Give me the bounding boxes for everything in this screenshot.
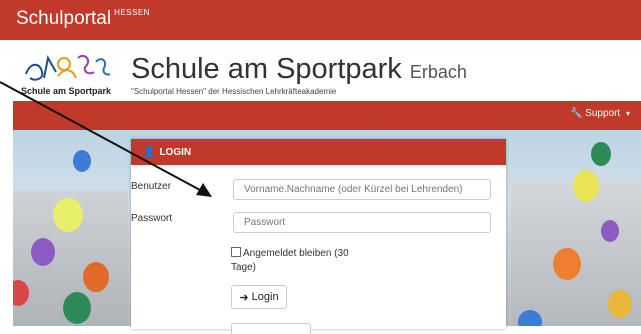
balloon xyxy=(601,220,619,242)
balloon xyxy=(31,238,55,266)
secondary-button[interactable] xyxy=(231,323,311,334)
brand-name: Schulportal xyxy=(16,8,112,29)
school-header: Schule am Sportpark Schule am Sportpark … xyxy=(0,40,641,101)
caret-down-icon: ▾ xyxy=(625,109,630,118)
sign-in-icon: ➜ xyxy=(239,291,249,304)
support-menu[interactable]: 🔧 Support ▾ xyxy=(570,108,630,119)
logo-caption: Schule am Sportpark xyxy=(21,86,112,96)
balloon xyxy=(63,292,91,324)
school-name: Schule am Sportpark Erbach xyxy=(131,53,467,86)
balloon xyxy=(608,290,632,318)
remember-checkbox[interactable] xyxy=(231,247,241,257)
top-bar: Schulportal HESSEN xyxy=(0,0,641,40)
balloon xyxy=(553,248,581,280)
school-city: Erbach xyxy=(409,62,467,82)
balloon xyxy=(83,262,109,292)
username-input[interactable] xyxy=(233,179,491,200)
school-logo-icon xyxy=(25,54,111,81)
login-button[interactable]: ➜ Login xyxy=(231,285,287,309)
remember-me[interactable]: Angemeldet bleiben (30 Tage) xyxy=(231,247,371,275)
password-label: Passwort xyxy=(131,213,173,224)
balloon xyxy=(591,142,611,166)
header-subtitle: "Schulportal Hessen" der Hessischen Lehr… xyxy=(131,87,337,96)
brand-logo[interactable]: Schulportal HESSEN xyxy=(16,8,150,30)
wrench-icon: 🔧 xyxy=(569,108,583,119)
login-panel: 👤 LOGIN Benutzer Passwort Angemeldet ble… xyxy=(131,139,506,334)
nav-bar: 🔧 Support ▾ xyxy=(13,101,641,130)
username-label: Benutzer xyxy=(131,181,172,192)
balloon xyxy=(53,198,83,232)
remember-label: Angemeldet bleiben (30 Tage) xyxy=(231,248,349,273)
user-icon: 👤 xyxy=(143,146,156,158)
balloon xyxy=(573,170,599,202)
brand-sup: HESSEN xyxy=(114,8,150,17)
password-input[interactable] xyxy=(233,212,491,233)
support-label: Support xyxy=(585,108,621,119)
login-button-label: Login xyxy=(251,291,279,303)
login-title: LOGIN xyxy=(159,146,192,158)
login-header: 👤 LOGIN xyxy=(131,139,506,165)
balloon xyxy=(73,150,91,172)
school-name-main: Schule am Sportpark xyxy=(131,53,402,85)
